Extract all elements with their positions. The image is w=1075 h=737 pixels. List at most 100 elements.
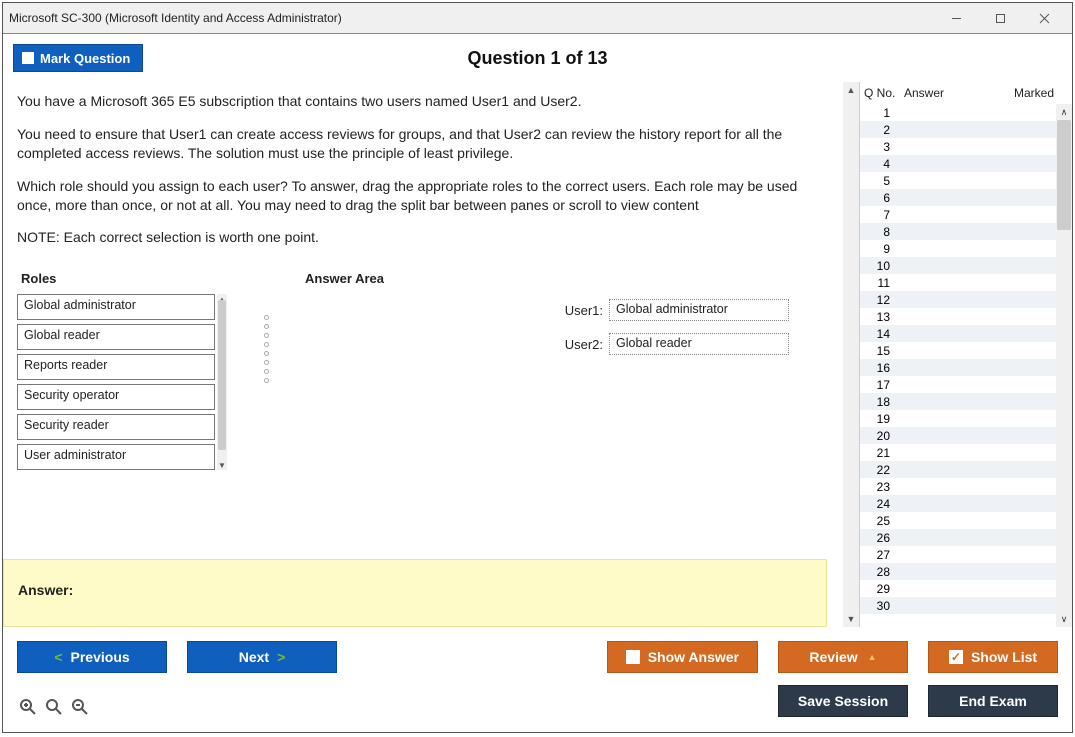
question-title: Question 1 of 13 <box>3 48 1072 69</box>
sidebar-row[interactable]: 27 <box>860 546 1072 563</box>
review-button[interactable]: Review ▲ <box>778 641 908 673</box>
question-body: You have a Microsoft 365 E5 subscription… <box>3 82 843 627</box>
roles-scrollbar[interactable]: ▲ ▼ <box>217 294 227 470</box>
row-number: 26 <box>864 531 894 545</box>
sidebar-row[interactable]: 21 <box>860 444 1072 461</box>
question-list-sidebar: Q No. Answer Marked 12345678910111213141… <box>859 82 1072 627</box>
answer-area-column: Answer Area User1: Global administrator … <box>305 261 829 474</box>
sidebar-row[interactable]: 9 <box>860 240 1072 257</box>
sidebar-row[interactable]: 14 <box>860 325 1072 342</box>
sidebar-row[interactable]: 29 <box>860 580 1072 597</box>
sidebar-row[interactable]: 24 <box>860 495 1072 512</box>
sidebar-row[interactable]: 22 <box>860 461 1072 478</box>
scroll-down-icon[interactable]: ▼ <box>217 460 227 470</box>
next-label: Next <box>239 649 269 665</box>
sidebar-row[interactable]: 5 <box>860 172 1072 189</box>
content-area: You have a Microsoft 365 E5 subscription… <box>3 82 1072 627</box>
window-buttons <box>934 3 1066 33</box>
drop-targets: User1: Global administrator User2: Globa… <box>565 299 789 367</box>
drop-slot-user1[interactable]: Global administrator <box>609 299 789 321</box>
next-button[interactable]: Next > <box>187 641 337 673</box>
drag-drop-area: Roles Global administrator Global reader… <box>17 261 829 474</box>
role-item[interactable]: Reports reader <box>17 354 215 380</box>
drop-label: User2: <box>565 337 603 352</box>
sidebar-row[interactable]: 8 <box>860 223 1072 240</box>
col-qno: Q No. <box>864 86 904 100</box>
sidebar-row[interactable]: 2 <box>860 121 1072 138</box>
role-item[interactable]: Security reader <box>17 414 215 440</box>
sidebar-row[interactable]: 11 <box>860 274 1072 291</box>
sidebar-row[interactable]: 1 <box>860 104 1072 121</box>
show-list-label: Show List <box>971 649 1037 665</box>
row-number: 28 <box>864 565 894 579</box>
minimize-button[interactable] <box>934 3 978 33</box>
sidebar-row[interactable]: 30 <box>860 597 1072 614</box>
sidebar-row[interactable]: 16 <box>860 359 1072 376</box>
sidebar-row[interactable]: 20 <box>860 427 1072 444</box>
row-number: 25 <box>864 514 894 528</box>
row-number: 23 <box>864 480 894 494</box>
row-number: 16 <box>864 361 894 375</box>
button-row-1: < Previous Next > Show Answer Review ▲ S… <box>17 638 1058 676</box>
sidebar-row[interactable]: 4 <box>860 155 1072 172</box>
sidebar-row[interactable]: 17 <box>860 376 1072 393</box>
show-answer-label: Show Answer <box>648 649 739 665</box>
sidebar-row[interactable]: 23 <box>860 478 1072 495</box>
arrow-left-icon: < <box>54 649 62 665</box>
roles-listbox: Global administrator Global reader Repor… <box>17 294 227 470</box>
scroll-thumb[interactable] <box>218 300 226 450</box>
row-number: 17 <box>864 378 894 392</box>
close-button[interactable] <box>1022 3 1066 33</box>
sidebar-row[interactable]: 25 <box>860 512 1072 529</box>
scroll-up-icon[interactable]: ▲ <box>843 82 859 98</box>
sidebar-row[interactable]: 19 <box>860 410 1072 427</box>
sidebar-scrollbar[interactable]: ∧ ∨ <box>1056 104 1072 627</box>
dropdown-icon: ▲ <box>868 652 877 662</box>
sidebar-row[interactable]: 7 <box>860 206 1072 223</box>
row-number: 3 <box>864 140 894 154</box>
save-session-button[interactable]: Save Session <box>778 685 908 717</box>
row-number: 14 <box>864 327 894 341</box>
role-item[interactable]: Security operator <box>17 384 215 410</box>
zoom-out-icon[interactable] <box>69 696 91 718</box>
role-item[interactable]: Global reader <box>17 324 215 350</box>
sidebar-row[interactable]: 12 <box>860 291 1072 308</box>
question-paragraph: Which role should you assign to each use… <box>17 177 829 215</box>
zoom-reset-icon[interactable] <box>43 696 65 718</box>
scroll-thumb[interactable] <box>1057 120 1071 230</box>
previous-button[interactable]: < Previous <box>17 641 167 673</box>
row-number: 2 <box>864 123 894 137</box>
role-item[interactable]: Global administrator <box>17 294 215 320</box>
row-number: 4 <box>864 157 894 171</box>
scroll-down-icon[interactable]: ▼ <box>843 611 859 627</box>
end-exam-button[interactable]: End Exam <box>928 685 1058 717</box>
role-item[interactable]: User administrator <box>17 444 215 470</box>
show-list-button[interactable]: Show List <box>928 641 1058 673</box>
row-number: 10 <box>864 259 894 273</box>
sidebar-row[interactable]: 10 <box>860 257 1072 274</box>
bottom-bar: < Previous Next > Show Answer Review ▲ S… <box>3 628 1072 733</box>
show-answer-button[interactable]: Show Answer <box>607 641 758 673</box>
sidebar-row[interactable]: 6 <box>860 189 1072 206</box>
zoom-controls <box>17 696 91 718</box>
drop-label: User1: <box>565 303 603 318</box>
scroll-up-icon[interactable]: ∧ <box>1056 104 1072 120</box>
col-marked: Marked <box>994 86 1054 100</box>
sidebar-row[interactable]: 28 <box>860 563 1072 580</box>
review-label: Review <box>809 649 857 665</box>
sidebar-row[interactable]: 3 <box>860 138 1072 155</box>
sidebar-row[interactable]: 13 <box>860 308 1072 325</box>
window-title: Microsoft SC-300 (Microsoft Identity and… <box>9 11 342 25</box>
drag-grip[interactable] <box>257 261 275 474</box>
sidebar-row[interactable]: 18 <box>860 393 1072 410</box>
maximize-button[interactable] <box>978 3 1022 33</box>
zoom-in-icon[interactable] <box>17 696 39 718</box>
sidebar-row[interactable]: 15 <box>860 342 1072 359</box>
sidebar-row[interactable]: 26 <box>860 529 1072 546</box>
drop-row: User2: Global reader <box>565 333 789 355</box>
drop-slot-user2[interactable]: Global reader <box>609 333 789 355</box>
row-number: 24 <box>864 497 894 511</box>
question-scrollbar[interactable]: ▲ ▼ <box>843 82 859 627</box>
end-exam-label: End Exam <box>959 693 1027 709</box>
scroll-down-icon[interactable]: ∨ <box>1056 611 1072 627</box>
